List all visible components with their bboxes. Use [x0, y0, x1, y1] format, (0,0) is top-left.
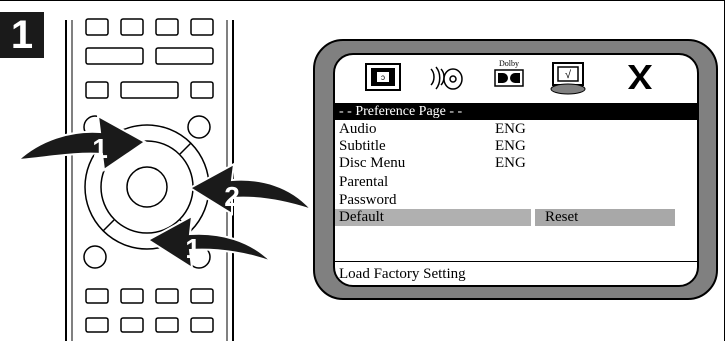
menu-value: ENG [495, 138, 526, 154]
arrow-right [188, 162, 310, 216]
remote-button [85, 47, 144, 65]
menu-label: Default [339, 209, 384, 225]
remote-control-illustration: 1 2 1 [15, 18, 310, 341]
menu-row-disc-menu[interactable]: Disc Menu ENG [335, 155, 697, 172]
dolby-label: Dolby [499, 59, 519, 68]
remote-button [190, 81, 214, 99]
menu-row-subtitle[interactable]: Subtitle ENG [335, 138, 697, 155]
menu-label: Parental [339, 174, 389, 190]
preference-page-title: - - Preference Page - - [335, 103, 697, 120]
remote-button [85, 317, 109, 333]
remote-button [155, 317, 179, 333]
menu-row-audio[interactable]: Audio ENG [335, 121, 697, 138]
remote-button [155, 288, 179, 304]
status-divider [335, 261, 697, 262]
menu-row-password[interactable]: Password [335, 192, 697, 209]
step-number-badge: 1 [0, 12, 44, 58]
status-text: Load Factory Setting [339, 266, 466, 282]
remote-round-button [83, 245, 107, 269]
preference-tv-icon[interactable]: √ [549, 61, 589, 95]
reset-option[interactable]: Reset [545, 209, 578, 226]
remote-button [190, 317, 214, 333]
remote-round-button [187, 115, 211, 139]
menu-label: Disc Menu [339, 155, 406, 171]
dolby-logo [494, 69, 524, 87]
remote-button [155, 18, 179, 36]
menu-value: ENG [495, 121, 526, 137]
svg-text:ↄ: ↄ [381, 73, 385, 82]
menu-value: ENG [495, 155, 526, 171]
remote-button [120, 81, 179, 99]
remote-button [85, 288, 109, 304]
audio-setup-icon[interactable] [427, 63, 465, 93]
osd-menu: ↄ Dolby √ - - Preference Page - - Audio … [333, 53, 699, 287]
remote-button [85, 18, 109, 36]
dolby-icon[interactable]: Dolby [490, 59, 528, 95]
remote-button [190, 288, 214, 304]
disc-setup-icon[interactable]: ↄ [365, 63, 401, 93]
remote-button [85, 81, 109, 99]
svg-text:√: √ [565, 69, 572, 81]
menu-label: Audio [339, 121, 377, 137]
osd-icon-row: ↄ Dolby √ [335, 55, 697, 99]
arrow-label-1: 1 [92, 133, 108, 164]
remote-button [120, 18, 144, 36]
menu-row-default[interactable]: Default Reset [335, 209, 697, 226]
remote-button [120, 317, 144, 333]
arrow-label-3: 1 [185, 233, 201, 264]
menu-row-parental[interactable]: Parental [335, 174, 697, 191]
remote-button [120, 288, 144, 304]
menu-label: Password [339, 192, 397, 208]
exit-x-icon[interactable] [625, 63, 655, 91]
tv-screen: ↄ Dolby √ - - Preference Page - - Audio … [313, 39, 718, 300]
arrow-label-2: 2 [224, 181, 240, 212]
remote-button [190, 18, 214, 36]
menu-label: Subtitle [339, 138, 386, 154]
remote-button [155, 47, 214, 65]
